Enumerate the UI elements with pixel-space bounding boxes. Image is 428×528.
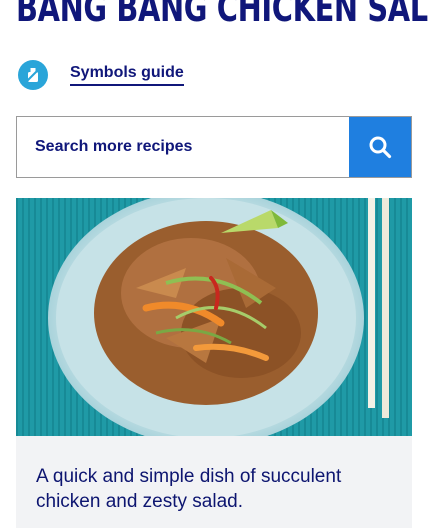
recipe-page: BANG BANG CHICKEN SALAD Symbols guide Se… — [0, 0, 428, 528]
recipe-card: A quick and simple dish of succulent chi… — [16, 198, 412, 528]
symbols-guide-icon[interactable] — [18, 60, 48, 90]
search-button[interactable] — [349, 117, 411, 177]
recipe-photo — [16, 198, 412, 436]
recipe-title: BANG BANG CHICKEN SALAD — [16, 0, 428, 30]
search-input[interactable]: Search more recipes — [17, 117, 349, 177]
search-icon — [369, 136, 392, 159]
symbols-guide-link[interactable]: Symbols guide — [70, 64, 184, 86]
recipe-description: A quick and simple dish of succulent chi… — [36, 466, 342, 512]
symbols-guide[interactable]: Symbols guide — [18, 60, 184, 90]
recipe-search: Search more recipes — [16, 116, 412, 178]
